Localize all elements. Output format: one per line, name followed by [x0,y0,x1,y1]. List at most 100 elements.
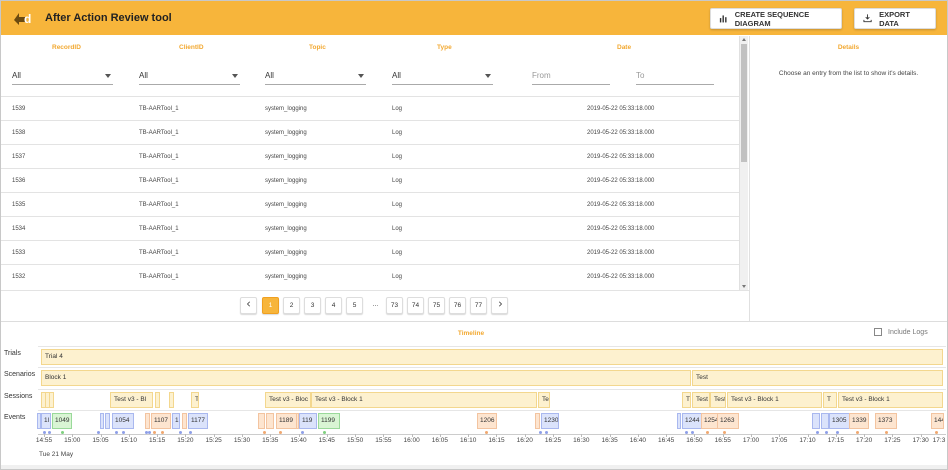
table-row[interactable]: 1535 TB-AARTool_1 system_logging Log 2019-05… [1,192,739,216]
export-data-label: EXPORT DATA [879,9,910,28]
session-bar[interactable]: Test [692,392,710,408]
prev-page-button[interactable] [240,297,257,314]
event-marker[interactable]: 144 [931,413,944,429]
event-marker[interactable]: 1' [172,413,180,429]
table-row[interactable]: 1539 TB-AARTool_1 system_logging Log 2019-05… [1,96,739,120]
axis-tick-label: 15:40 [290,437,307,444]
event-marker[interactable]: 1189 [276,413,297,429]
event-marker[interactable]: 1373 [875,413,897,429]
axis-tick-label: 15:15 [148,437,166,444]
column-header-topic[interactable]: Topic [309,44,326,51]
session-bar[interactable]: Test v3 - Bloc [265,392,311,408]
session-bar[interactable]: Test [710,392,726,408]
page-button-2[interactable]: 2 [283,297,300,314]
create-sequence-diagram-button[interactable]: CREATE SEQUENCE DIAGRAM [710,8,842,29]
session-bar[interactable]: Test v3 - Bl [110,392,153,408]
page-button-74[interactable]: 74 [407,297,424,314]
trial-bar[interactable]: Trial 4 [41,349,943,365]
lane-label-trials: Trials [4,350,21,357]
cell-clientid: TB-AARTool_1 [139,250,179,256]
date-from-input[interactable]: From [532,65,610,85]
scenario-bar[interactable]: Block 1 [41,370,691,386]
cell-type: Log [392,202,403,208]
scroll-down-icon[interactable] [742,285,746,288]
export-data-button[interactable]: EXPORT DATA [854,8,936,29]
session-bar[interactable]: T [191,392,199,408]
event-marker[interactable]: 1054 [112,413,134,429]
column-header-date[interactable]: Date [617,44,631,51]
date-to-input[interactable]: To [636,65,714,85]
page-button-3[interactable]: 3 [304,297,321,314]
event-marker[interactable]: 1049 [52,413,72,429]
event-marker[interactable]: 1l [41,413,51,429]
table-bottom-divider [1,290,749,291]
cell-type: Log [392,106,403,112]
scrollbar-thumb[interactable] [741,44,747,162]
session-bar[interactable]: Te: [538,392,550,408]
timeline-horizontal-scrollbar[interactable] [1,465,947,469]
event-marker[interactable] [258,413,265,429]
filter-clientid-select[interactable]: All [139,65,240,85]
page-button-1[interactable]: 1 [262,297,279,314]
event-marker[interactable]: 1244 [682,413,702,429]
event-marker[interactable] [812,413,820,429]
event-marker[interactable]: 119 [299,413,317,429]
page-button-77[interactable]: 77 [470,297,487,314]
event-marker[interactable]: 1107 [151,413,171,429]
table-row[interactable]: 1532 TB-AARTool_1 system_logging Log 2019-05… [1,264,739,288]
axis-tick-label: 16:05 [431,437,449,444]
checkbox-box[interactable] [874,328,882,336]
page-button-5[interactable]: 5 [346,297,363,314]
session-bar[interactable] [155,392,160,408]
page-button-75[interactable]: 75 [428,297,445,314]
event-marker[interactable]: 1254 [701,413,718,429]
session-bar[interactable]: Test v3 - Block 1 [838,392,943,408]
page-button-4[interactable]: 4 [325,297,342,314]
page-button-76[interactable]: 76 [449,297,466,314]
event-marker[interactable] [821,413,829,429]
event-marker[interactable] [145,413,150,429]
filter-type-select[interactable]: All [392,65,493,85]
table-row[interactable]: 1538 TB-AARTool_1 system_logging Log 2019-05… [1,120,739,144]
app-logo-icon: d [11,8,37,28]
cell-topic: system_logging [265,274,307,280]
event-marker[interactable]: 1305 [829,413,851,429]
event-marker[interactable]: 1206 [477,413,497,429]
session-bar[interactable]: T [823,392,837,408]
session-bar[interactable] [49,392,54,408]
event-marker[interactable] [535,413,540,429]
axis-tick-label: 15:45 [318,437,335,444]
event-marker[interactable]: 1230 [541,413,559,429]
include-logs-checkbox[interactable]: Include Logs [874,328,928,336]
axis-tick-label: 16:15 [488,437,505,444]
table-row[interactable]: 1533 TB-AARTool_1 system_logging Log 2019-05… [1,240,739,264]
event-marker[interactable] [266,413,274,429]
page-button-73[interactable]: 73 [386,297,403,314]
table-row[interactable]: 1537 TB-AARTool_1 system_logging Log 2019-05… [1,144,739,168]
scenario-bar[interactable]: Test [692,370,943,386]
session-bar[interactable]: Tr [682,392,691,408]
event-marker[interactable] [182,413,187,429]
scroll-up-icon[interactable] [742,38,746,41]
event-marker[interactable] [677,413,681,429]
event-marker[interactable] [100,413,104,429]
session-bar[interactable]: Test v3 - Block 1 [727,392,822,408]
next-page-button[interactable] [491,297,508,314]
session-bar[interactable] [169,392,174,408]
lane-divider [38,410,946,411]
table-row[interactable]: 1534 TB-AARTool_1 system_logging Log 2019-05… [1,216,739,240]
column-header-clientid[interactable]: ClientID [179,44,204,51]
event-marker[interactable]: 1199 [318,413,340,429]
filter-recordid-select[interactable]: All [12,65,113,85]
event-marker[interactable]: 1263 [717,413,739,429]
svg-text:d: d [24,12,31,26]
table-scrollbar[interactable] [739,36,748,290]
event-marker[interactable] [105,413,110,429]
table-row[interactable]: 1536 TB-AARTool_1 system_logging Log 2019-05… [1,168,739,192]
filter-topic-select[interactable]: All [265,65,366,85]
event-marker[interactable]: 1339 [849,413,869,429]
column-header-recordid[interactable]: RecordID [52,44,81,51]
column-header-type[interactable]: Type [437,44,452,51]
session-bar[interactable]: Test v3 - Block 1 [311,392,537,408]
event-marker[interactable]: 1177 [188,413,208,429]
